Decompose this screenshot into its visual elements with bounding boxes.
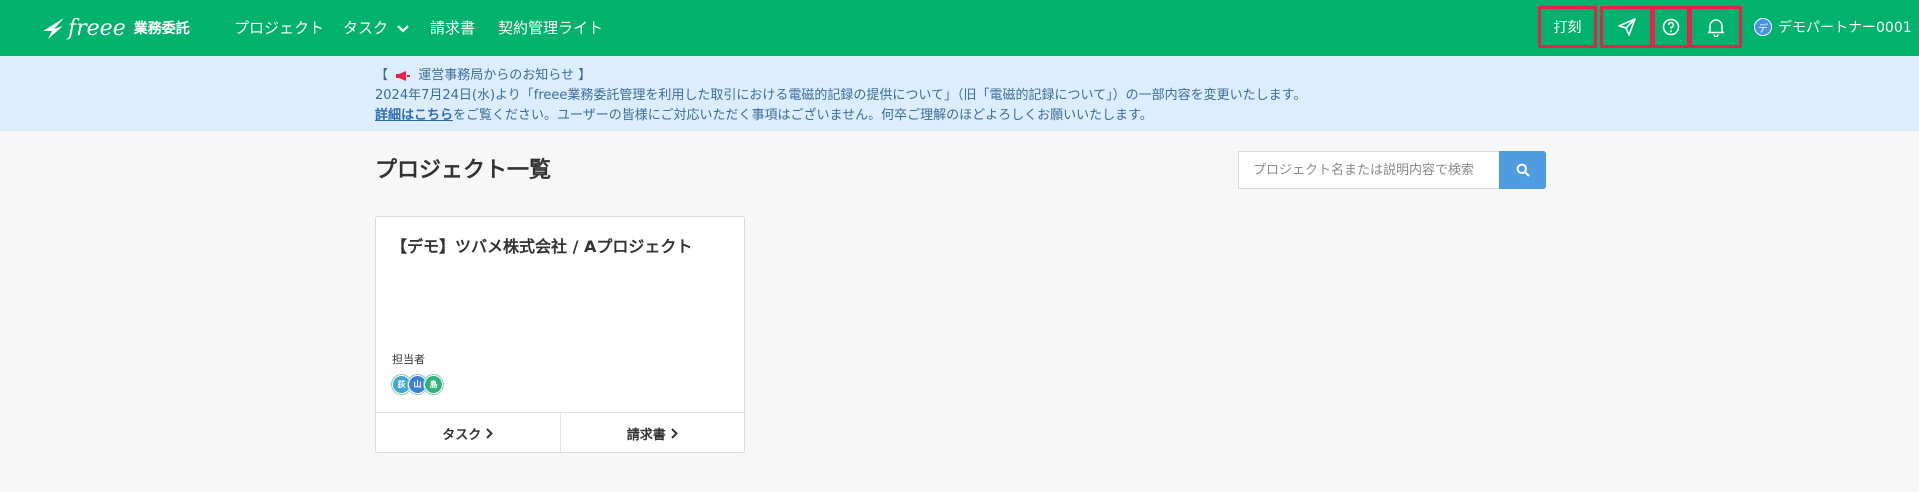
notice-tail-line: 詳細はこちらをご覧ください。ユーザーの皆様にご対応いただく事項はございません。何…	[375, 104, 1153, 123]
search-icon	[1516, 163, 1530, 177]
user-menu[interactable]: デ デモパートナー0001	[1754, 17, 1912, 37]
project-search	[1238, 151, 1546, 189]
assignee-avatar: 島	[424, 375, 443, 394]
assignee-avatars: 荻 山 島	[392, 375, 443, 394]
nav-tasks[interactable]: タスク	[343, 17, 409, 38]
nav-projects[interactable]: プロジェクト	[234, 17, 324, 38]
stamp-label: 打刻	[1553, 20, 1582, 36]
paper-plane-icon	[1617, 18, 1636, 36]
tasks-link-label: タスク	[442, 428, 482, 443]
notice-heading: 運営事務局からのお知らせ	[418, 68, 575, 83]
bell-icon	[1707, 19, 1724, 37]
send-button[interactable]	[1600, 6, 1653, 48]
logo-brand: freee	[68, 15, 126, 41]
help-icon	[1662, 18, 1680, 36]
top-header: freee 業務委託 プロジェクト タスク 請求書 契約管理ライト 打刻 デ デ…	[0, 0, 1919, 56]
project-tasks-link[interactable]: タスク	[376, 413, 560, 454]
megaphone-icon	[396, 70, 411, 81]
notice-banner: 【 運営事務局からのお知らせ 】 2024年7月24日(水)より「freee業務…	[0, 56, 1919, 131]
project-invoices-link[interactable]: 請求書	[559, 413, 745, 454]
project-title[interactable]: 【デモ】ツバメ株式会社 / Aプロジェクト	[391, 233, 692, 257]
notice-heading-line: 【 運営事務局からのお知らせ 】	[375, 64, 591, 83]
logo-product: 業務委託	[133, 21, 190, 37]
user-avatar: デ	[1754, 18, 1772, 36]
nav-invoices[interactable]: 請求書	[430, 17, 475, 38]
user-name: デモパートナー0001	[1778, 20, 1912, 36]
notice-tail: をご覧ください。ユーザーの皆様にご対応いただく事項はございません。何卒ご理解のほ…	[453, 108, 1153, 123]
project-card[interactable]: 【デモ】ツバメ株式会社 / Aプロジェクト 担当者 荻 山 島 タスク 請求書	[375, 216, 745, 454]
chevron-down-icon	[397, 24, 409, 33]
freee-logo[interactable]: freee 業務委託	[42, 14, 190, 42]
search-input[interactable]	[1239, 152, 1497, 188]
swallow-logo-icon	[43, 18, 64, 39]
notice-details-link[interactable]: 詳細はこちら	[375, 108, 453, 123]
notifications-button[interactable]	[1689, 6, 1742, 48]
card-footer: タスク 請求書	[376, 412, 744, 454]
nav-tasks-label: タスク	[343, 19, 389, 37]
nav-contract-lite[interactable]: 契約管理ライト	[498, 17, 603, 38]
bracket-close: 】	[578, 68, 592, 83]
chevron-right-icon	[486, 428, 494, 439]
assignee-label: 担当者	[392, 353, 425, 366]
search-button[interactable]	[1499, 151, 1546, 189]
chevron-right-icon	[671, 428, 678, 439]
page-title: プロジェクト一覧	[375, 158, 552, 183]
stamp-button[interactable]: 打刻	[1538, 6, 1597, 48]
help-button[interactable]	[1652, 6, 1690, 48]
bracket-open: 【	[375, 68, 389, 83]
invoices-link-label: 請求書	[626, 428, 666, 443]
notice-body: 2024年7月24日(水)より「freee業務委託管理を利用した取引における電磁…	[375, 88, 1307, 103]
